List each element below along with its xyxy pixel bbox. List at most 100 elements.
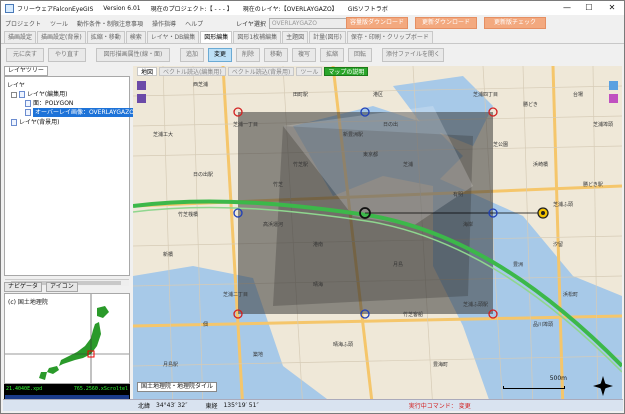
left-panel: レイヤツリー レイヤ レイヤ(編集用) 面：POLYGON オーバーレイ画像：O… [4,66,136,411]
map-place-label: 月島駅 [163,361,178,368]
tab-layer-db-edit[interactable]: レイヤ・DB編集 [146,31,200,43]
map-place-label: 高浜運河 [263,221,283,228]
company-name: GISソフトラボ [347,5,388,13]
redo-button[interactable]: やり直す [48,48,86,62]
map-place-label: 台場 [573,91,583,98]
tree-item-polygon[interactable]: 面：POLYGON [25,99,73,108]
map-place-label: 汐留 [553,241,563,248]
shape-attr-button[interactable]: 図形描画属性(線・面) [96,48,170,62]
app-window: フリーウェアFalconEyeGIS Version 6.01 現在のプロジェク… [0,0,625,414]
minimize-icon: — [563,3,571,12]
update-download-button[interactable]: 更新ダウンロード [415,17,477,29]
map-tab-vector-bg[interactable]: ベクトル読込(背景用) [227,67,295,76]
layer-select-dropdown[interactable]: OVERLAYGAZO [268,17,349,29]
undo-button[interactable]: 元に戻す [6,48,44,62]
layer-select-label: レイヤ選択 [236,20,266,28]
map-tab-vector-edit[interactable]: ベクトル読込(編集用) [159,67,226,76]
polygon-layer-icon [25,100,31,107]
status-bar: 北緯 34°43′ 32″ 東経 135°19′ 51″ 実行中コマンド： 変更 [3,399,623,411]
rotation-handle-center [541,211,545,215]
modify-button[interactable]: 変更 [208,48,232,62]
maximize-button[interactable]: ☐ [578,1,600,15]
map-attribution: 国土地理院・地理院タイル [137,382,218,392]
map-tab-description[interactable]: マップの説明 [324,67,369,76]
tree-item-bg-layer[interactable]: レイヤ(背景用) [11,118,60,127]
scale-button[interactable]: 拡縮 [320,48,344,62]
pan-right-icon[interactable] [609,81,618,90]
expand-icon[interactable] [11,91,17,98]
minimize-button[interactable]: — [556,1,578,15]
map-place-label: 芝浦一丁目 [233,121,258,128]
map-place-label: 日の出駅 [193,171,213,178]
tree-item-root[interactable]: レイヤ [7,81,25,90]
tree-item-label: レイヤ(背景用) [19,119,60,126]
icon-tab[interactable]: アイコン [46,282,78,292]
pan-left-icon[interactable] [137,81,146,90]
tab-shape-edit[interactable]: 図形編集 [200,31,233,43]
tab-save-print[interactable]: 保存・印刷・クリップボード [346,31,433,43]
map-view[interactable]: 西芝浦 港区 東京都 芝浦 日の出 竹芝 竹芝駅 海岸 芝浦ふ頭駅 芝浦ふ頭 竹芝桟橋 日の出駅 新橋 汐… [133,66,622,411]
map-tab-tools[interactable]: ツール [296,67,323,76]
map-place-label: 西芝浦 [193,81,208,88]
tab-draw-settings-bg[interactable]: 描画設定(背景) [37,31,86,43]
map-place-label: 竹芝 [273,181,283,188]
tree-item-label: 面：POLYGON [33,100,74,107]
image-layer-icon [25,109,31,116]
tree-item-edit-layer[interactable]: レイヤ(編集用) [11,90,68,99]
full-download-button[interactable]: 容量版ダウンロード [346,17,408,29]
copy-button[interactable]: 複写 [292,48,316,62]
map-place-label: 晴海ふ頭 [333,341,353,348]
map-place-label: 田町駅 [293,92,308,98]
map-place-label: 芝公園 [493,141,508,148]
tab-search[interactable]: 検索 [125,31,146,43]
map-place-label: 竹芝客船 [403,311,423,318]
navigator-map[interactable]: (c) 国土地理院 [4,293,130,384]
map-place-label: 勝どき [523,101,538,108]
tab-thematic-map[interactable]: 主題図 [282,31,309,43]
menu-project[interactable]: プロジェクト [5,19,41,28]
menu-conditions[interactable]: 動作条件・制限注意事項 [77,19,143,28]
map-place-label: 芝浦工大 [153,131,173,138]
map-place-label: 築地 [253,351,263,358]
menu-help[interactable]: ヘルプ [185,19,203,28]
map-place-label: 芝浦二丁目 [223,291,248,298]
layer-tree: レイヤ レイヤ(編集用) 面：POLYGON オーバーレイ画像：OVERLAYG… [4,76,136,286]
lon-label: 東経 [205,403,218,410]
menu-tools[interactable]: ツール [50,19,68,28]
tab-draw-settings[interactable]: 描画設定 [4,31,37,43]
scale-label: 500m [549,375,567,382]
delete-button[interactable]: 削除 [236,48,260,62]
tree-item-label: レイヤ [7,82,25,89]
open-attachment-button[interactable]: 添付ファイルを開く [382,48,444,62]
map-place-label: 芝浦埠頭 [593,121,613,128]
zoom-icon[interactable] [609,94,618,103]
navigator-tab[interactable]: ナビゲータ [4,282,43,292]
scale-bar: 500m [503,375,573,391]
map-tab-map[interactable]: 地図 [137,67,158,76]
map-place-label: 芝浦ふ頭駅 [463,301,488,308]
map-canvas[interactable]: 西芝浦港区東京都芝浦 日の出竹芝 竹芝駅海岸芝浦ふ頭駅 芝浦ふ頭竹芝桟橋 日の出駅新橋 汐… [133,66,622,411]
tree-item-label: レイヤ(編集用) [27,91,68,98]
add-button[interactable]: 追加 [180,48,204,62]
ribbon-tabs: 描画設定 描画設定(背景) 拡縮・移動 検索 レイヤ・DB編集 図形編集 図形1… [1,31,624,44]
menu-guide[interactable]: 操作指導 [152,19,176,28]
map-place-label: 佃 [203,321,208,328]
map-place-label: 芝浦 [403,161,413,168]
map-place-label: 浜松町 [563,291,578,298]
command-value: 変更 [458,403,471,410]
close-button[interactable]: ✕ [601,1,623,15]
tree-item-overlay[interactable]: オーバーレイ画像：OVERLAYGAZO [25,108,136,117]
tab-single-shape-edit[interactable]: 図形1枚補編集 [233,31,282,43]
title-bar: フリーウェアFalconEyeGIS Version 6.01 現在のプロジェク… [1,1,624,15]
layer-tree-tab[interactable]: レイヤツリー [4,66,48,76]
lat-label: 北緯 [138,403,151,410]
tab-measure[interactable]: 計量(図形) [309,31,346,43]
tab-zoom-move[interactable]: 拡縮・移動 [86,31,125,43]
rotate-button[interactable]: 回転 [348,48,372,62]
map-place-label: 有明 [453,191,463,198]
readout-right: 765.2560.xScroltel [73,386,128,392]
map-place-label: 竹芝桟橋 [178,211,198,218]
update-check-button[interactable]: 更新版チェック [484,17,546,29]
move-button[interactable]: 移動 [264,48,288,62]
pan-down-icon[interactable] [137,94,146,103]
